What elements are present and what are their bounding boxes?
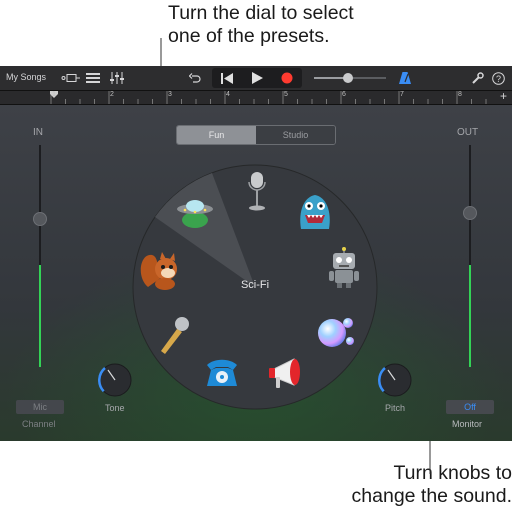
chipmunk-icon[interactable] bbox=[138, 247, 184, 291]
tone-knob[interactable] bbox=[95, 360, 135, 400]
pitch-knob[interactable] bbox=[375, 360, 415, 400]
play-icon[interactable] bbox=[242, 72, 272, 84]
monster-icon[interactable] bbox=[296, 191, 334, 231]
add-section-icon[interactable]: + bbox=[500, 89, 507, 103]
ufo-icon[interactable] bbox=[176, 195, 214, 229]
ruler-mark: 4 bbox=[226, 91, 230, 98]
pitch-knob-label: Pitch bbox=[385, 403, 406, 413]
ruler-mark: 8 bbox=[458, 91, 462, 98]
monitor-label: Monitor bbox=[452, 419, 483, 429]
master-volume-slider[interactable] bbox=[314, 68, 386, 88]
bubbles-icon[interactable] bbox=[316, 313, 356, 351]
control-bar: My Songs ? bbox=[0, 66, 512, 91]
robot-icon[interactable] bbox=[328, 247, 360, 289]
monitor-toggle-button[interactable]: Off bbox=[446, 400, 494, 414]
mic-channel-button[interactable]: Mic bbox=[16, 400, 64, 414]
ruler-mark: 3 bbox=[168, 91, 172, 98]
ruler-mark: 2 bbox=[110, 91, 114, 98]
ruler-mark: 1 bbox=[52, 91, 56, 98]
telephone-icon[interactable] bbox=[204, 357, 240, 389]
browser-icon[interactable] bbox=[60, 68, 82, 88]
ruler-mark: 6 bbox=[342, 91, 346, 98]
voice-recorder-panel: IN OUT Fun Studio Sci-Fi Tone Pitch Mic … bbox=[0, 105, 512, 441]
ruler-mark: 7 bbox=[400, 91, 404, 98]
ruler-mark: 5 bbox=[284, 91, 288, 98]
handheld-microphone-icon[interactable] bbox=[158, 315, 192, 355]
undo-icon[interactable] bbox=[186, 68, 204, 88]
go-to-beginning-icon[interactable] bbox=[212, 72, 242, 84]
mixer-controls-icon[interactable] bbox=[108, 68, 126, 88]
tone-knob-label: Tone bbox=[105, 403, 125, 413]
my-songs-button[interactable]: My Songs bbox=[6, 72, 46, 82]
transport-controls bbox=[212, 68, 302, 88]
settings-wrench-icon[interactable] bbox=[470, 68, 486, 88]
selected-preset-label: Sci-Fi bbox=[240, 279, 270, 291]
tracks-view-icon[interactable] bbox=[84, 68, 102, 88]
megaphone-icon[interactable] bbox=[266, 355, 306, 391]
ruler-ticks bbox=[50, 91, 487, 104]
channel-label: Channel bbox=[22, 419, 56, 429]
studio-microphone-icon[interactable] bbox=[245, 170, 269, 212]
preset-dial[interactable] bbox=[0, 105, 512, 441]
record-icon[interactable] bbox=[272, 72, 302, 84]
metronome-icon[interactable] bbox=[396, 68, 414, 88]
help-icon[interactable]: ? bbox=[490, 68, 506, 88]
timeline-ruler[interactable]: 1 2 3 4 5 6 7 8 + bbox=[0, 89, 512, 105]
svg-text:?: ? bbox=[495, 74, 500, 84]
